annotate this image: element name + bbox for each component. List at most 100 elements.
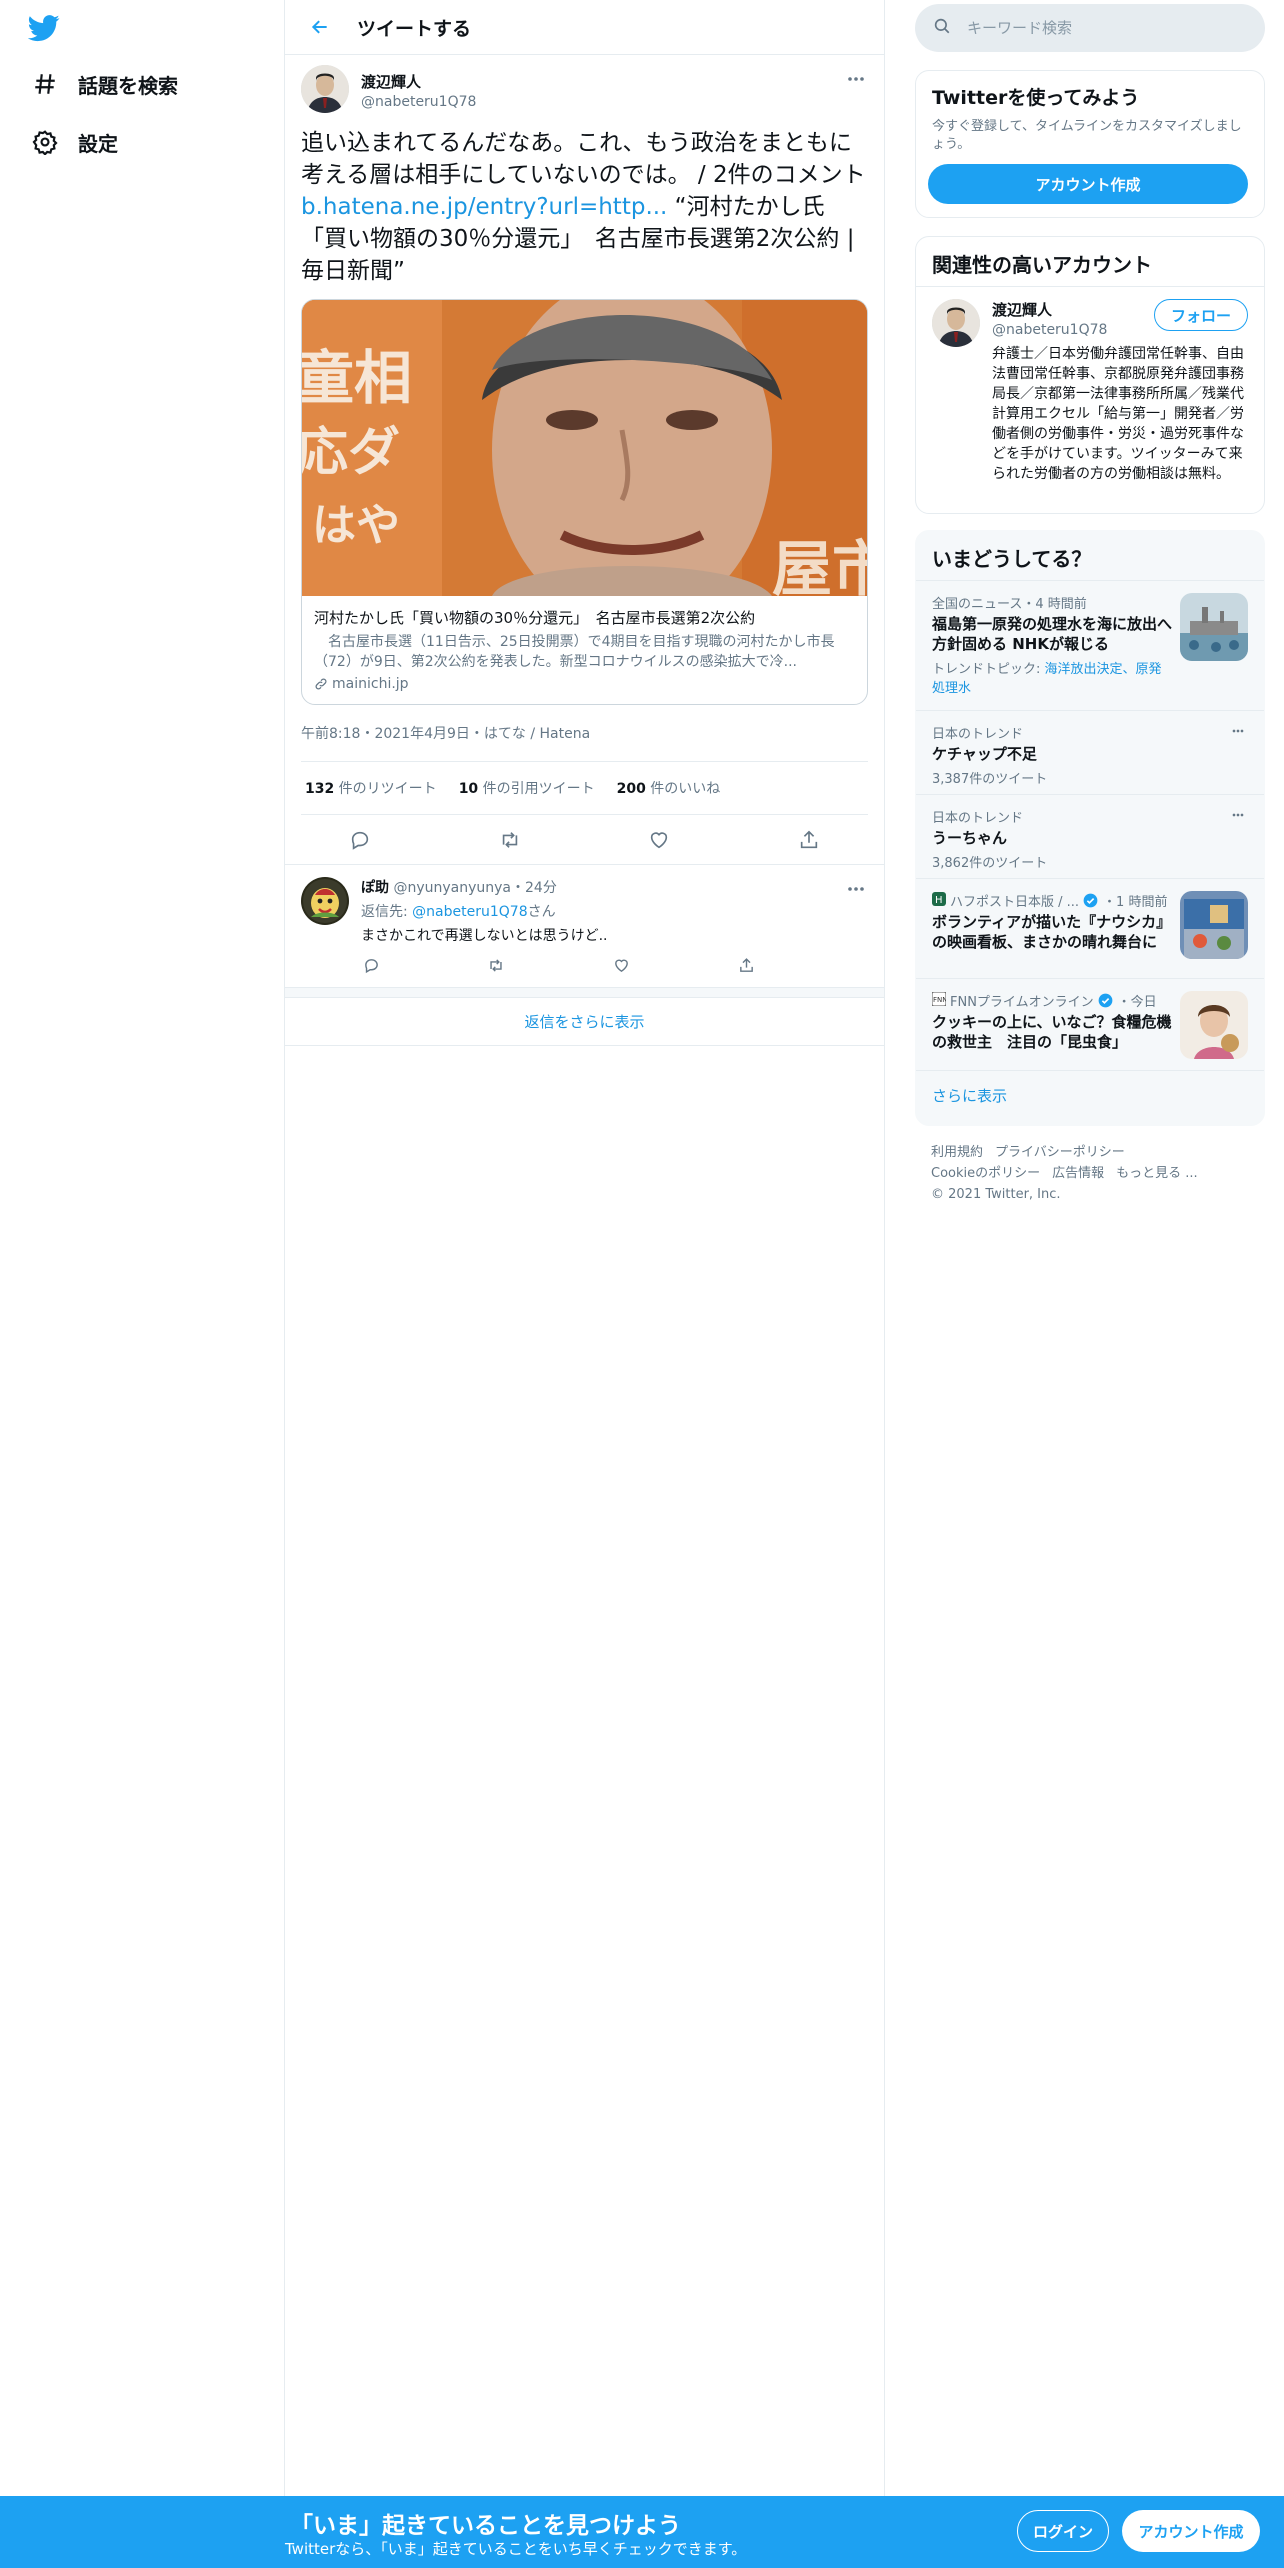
author-handle[interactable]: @nabeteru1Q78 xyxy=(361,94,476,110)
signup-panel-title: Twitterを使ってみよう xyxy=(932,87,1140,109)
section-divider xyxy=(285,988,884,998)
bottom-bar-subtitle: Twitterなら、「いま」起きていることをいち早くチェックできます。 xyxy=(285,2540,747,2558)
link-icon xyxy=(314,676,330,692)
svg-text:FNN: FNN xyxy=(933,996,946,1004)
search-input[interactable] xyxy=(967,19,1247,37)
svg-text:はや: はや xyxy=(312,500,400,551)
reply-tweet[interactable]: ぽ助 @nyunyanyunya・24分 返信先: @nabeteru1Q78さ… xyxy=(285,865,884,988)
footer-copyright: © 2021 Twitter, Inc. xyxy=(931,1187,1061,1202)
nav-settings[interactable]: 設定 xyxy=(30,116,118,168)
reply-text: まさかこれで再選しないとは思うけど.. xyxy=(361,928,608,944)
more-options-icon[interactable] xyxy=(844,69,868,89)
reply-to-handle[interactable]: @nabeteru1Q78 xyxy=(412,904,527,920)
like-icon[interactable] xyxy=(611,955,631,975)
card-domain-text: mainichi.jp xyxy=(332,676,409,692)
trend-topic: トレンドトピック: 海洋放出決定、原発処理水 xyxy=(932,658,1172,696)
retweets-stat[interactable]: 132 件のリツイート xyxy=(305,778,437,798)
tweet-author: 渡辺輝人 @nabeteru1Q78 xyxy=(301,65,868,113)
footer-link-cookies[interactable]: Cookieのポリシー xyxy=(931,1166,1040,1181)
reply-icon[interactable] xyxy=(361,955,381,975)
bottom-signup-bar: 「いま」起きていることを見つけよう Twitterなら、「いま」起きていることを… xyxy=(0,2496,1284,2568)
retweets-label: 件のリツイート xyxy=(334,781,437,797)
news-thumbnail xyxy=(1180,891,1248,959)
twitter-logo-icon[interactable] xyxy=(27,12,68,52)
avatar[interactable] xyxy=(301,65,349,113)
reply-to-label: 返信先: xyxy=(361,904,413,920)
link-card[interactable]: 童相 応ダ はや 屋市 河村たかし氏「買い物額の30％分還元」 名古屋市長選第2 xyxy=(301,299,868,705)
reply-author-handle[interactable]: @nyunyanyunya xyxy=(393,880,511,896)
signup-button[interactable]: アカウント作成 xyxy=(1122,2510,1260,2552)
like-icon[interactable] xyxy=(642,823,676,857)
tweet-actions xyxy=(285,815,884,865)
create-account-button[interactable]: アカウント作成 xyxy=(928,164,1248,204)
share-icon[interactable] xyxy=(792,823,826,857)
more-options-icon[interactable] xyxy=(1226,807,1250,823)
tweet-stats: 132 件のリツイート 10 件の引用ツイート 200 件のいいね xyxy=(301,762,868,815)
nav-explore-label: 話題を検索 xyxy=(78,73,178,98)
svg-text:屋市: 屋市 xyxy=(772,535,867,596)
news-title: ボランティアが描いた『ナウシカ』の映画看板、まさかの晴れ舞台に xyxy=(932,913,1172,951)
reply-avatar[interactable] xyxy=(301,877,349,925)
signup-panel-description: 今すぐ登録して、タイムラインをカスタマイズしましょう。 xyxy=(932,119,1242,152)
quotes-stat[interactable]: 10 件の引用ツイート xyxy=(459,778,595,798)
news-source-logo-icon: FNN xyxy=(931,991,948,1010)
trend-thumbnail xyxy=(1180,593,1248,661)
related-panel-title: 関連性の高いアカウント xyxy=(932,253,1152,277)
footer-link-more[interactable]: もっと見る ... xyxy=(1116,1166,1198,1181)
login-button[interactable]: ログイン xyxy=(1017,2510,1109,2552)
quotes-label: 件の引用ツイート xyxy=(478,781,595,797)
footer-link-terms[interactable]: 利用規約 xyxy=(931,1145,983,1160)
nav-explore[interactable]: 話題を検索 xyxy=(30,58,178,110)
more-options-icon[interactable] xyxy=(844,879,868,899)
author-name[interactable]: 渡辺輝人 xyxy=(361,71,476,92)
more-options-icon[interactable] xyxy=(1226,723,1250,739)
footer-links: 利用規約 プライバシーポリシー Cookieのポリシー 広告情報 もっと見る ... … xyxy=(931,1142,1261,1205)
card-description: 名古屋市長選（11日告示、25日投開票）で4期目を目指す現職の河村たかし市長（7… xyxy=(314,634,835,670)
trend-item[interactable]: 日本のトレンド ケチャップ不足 3,387件のツイート xyxy=(916,710,1264,794)
search-box xyxy=(915,4,1265,52)
tweet-text-part: 追い込まれてるんだなあ。これ、もう政治をまともに考える層は相手にしていないのでは… xyxy=(301,130,866,188)
nav-settings-label: 設定 xyxy=(78,131,118,156)
bottom-bar-title: 「いま」起きていることを見つけよう xyxy=(290,2513,681,2539)
verified-icon xyxy=(1083,893,1099,909)
news-item[interactable]: H ハフポスト日本版 / ... ・1 時間前 ボランティアが描いた『ナウシカ』… xyxy=(916,878,1264,978)
trend-meta: 日本のトレンド xyxy=(932,811,1024,826)
follow-button[interactable]: フォロー xyxy=(1153,299,1248,331)
reply-time[interactable]: ・24分 xyxy=(511,880,557,896)
reply-icon[interactable] xyxy=(343,823,377,857)
trends-panel-title: いまどうしてる？ xyxy=(932,547,1092,571)
trend-meta: 全国のニュース・4 時間前 xyxy=(932,597,1087,612)
related-account[interactable]: 渡辺輝人 @nabeteru1Q78 弁護士／日本労働弁護団常任幹事、自由法曹団… xyxy=(916,286,1264,496)
related-accounts-panel: 関連性の高いアカウント 渡辺輝人 @nabeteru1Q78 弁護士／日本労働弁… xyxy=(915,236,1265,514)
reply-to-suffix: さん xyxy=(527,904,556,920)
main-column: ツイートする 渡辺輝人 @nabeteru1Q78 追い込まれてるんだなあ。これ… xyxy=(285,0,885,2568)
retweet-icon[interactable] xyxy=(486,955,506,975)
card-domain: mainichi.jp xyxy=(314,676,855,692)
related-avatar[interactable] xyxy=(932,299,980,347)
footer-link-ads[interactable]: 広告情報 xyxy=(1052,1166,1104,1181)
news-time: ・1 時間前 xyxy=(1103,895,1168,910)
trend-item[interactable]: 全国のニュース・4 時間前 福島第一原発の処理水を海に放出へ方針固める NHKが… xyxy=(916,580,1264,710)
retweets-count: 132 xyxy=(305,781,335,797)
reply-author-name[interactable]: ぽ助 xyxy=(361,880,389,896)
news-source: FNN FNNプライムオンライン ・今日 xyxy=(931,991,1172,1010)
related-account-bio: 弁護士／日本労働弁護団常任幹事、自由法曹団常任幹事、京都脱原発弁護団事務局長／京… xyxy=(992,346,1244,482)
reply-header: ぽ助 @nyunyanyunya・24分 xyxy=(361,877,868,897)
retweet-icon[interactable] xyxy=(493,823,527,857)
back-arrow-icon[interactable] xyxy=(305,12,335,42)
tweet-link[interactable]: b.hatena.ne.jp/entry?url=http... xyxy=(301,194,667,220)
gear-icon xyxy=(30,127,60,157)
trend-topic-label: トレンドトピック: xyxy=(932,662,1045,677)
footer-link-privacy[interactable]: プライバシーポリシー xyxy=(995,1145,1125,1160)
show-more-replies-button[interactable]: 返信をさらに表示 xyxy=(285,998,884,1046)
tweet-timestamp[interactable]: 午前8:18・2021年4月9日・はてな / Hatena xyxy=(301,723,868,762)
news-source-name: FNNプライムオンライン xyxy=(950,995,1094,1010)
share-icon[interactable] xyxy=(736,955,756,975)
page-title: ツイートする xyxy=(357,17,472,40)
show-more-trends-link[interactable]: さらに表示 xyxy=(916,1070,1264,1120)
news-item[interactable]: FNN FNNプライムオンライン ・今日 クッキーの上に、いなご？食糧危機の救世… xyxy=(916,978,1264,1070)
reply-to-line: 返信先: @nabeteru1Q78さん xyxy=(361,901,868,921)
card-image: 童相 応ダ はや 屋市 xyxy=(302,300,867,596)
likes-stat[interactable]: 200 件のいいね xyxy=(617,778,721,798)
trend-item[interactable]: 日本のトレンド うーちゃん 3,862件のツイート xyxy=(916,794,1264,878)
